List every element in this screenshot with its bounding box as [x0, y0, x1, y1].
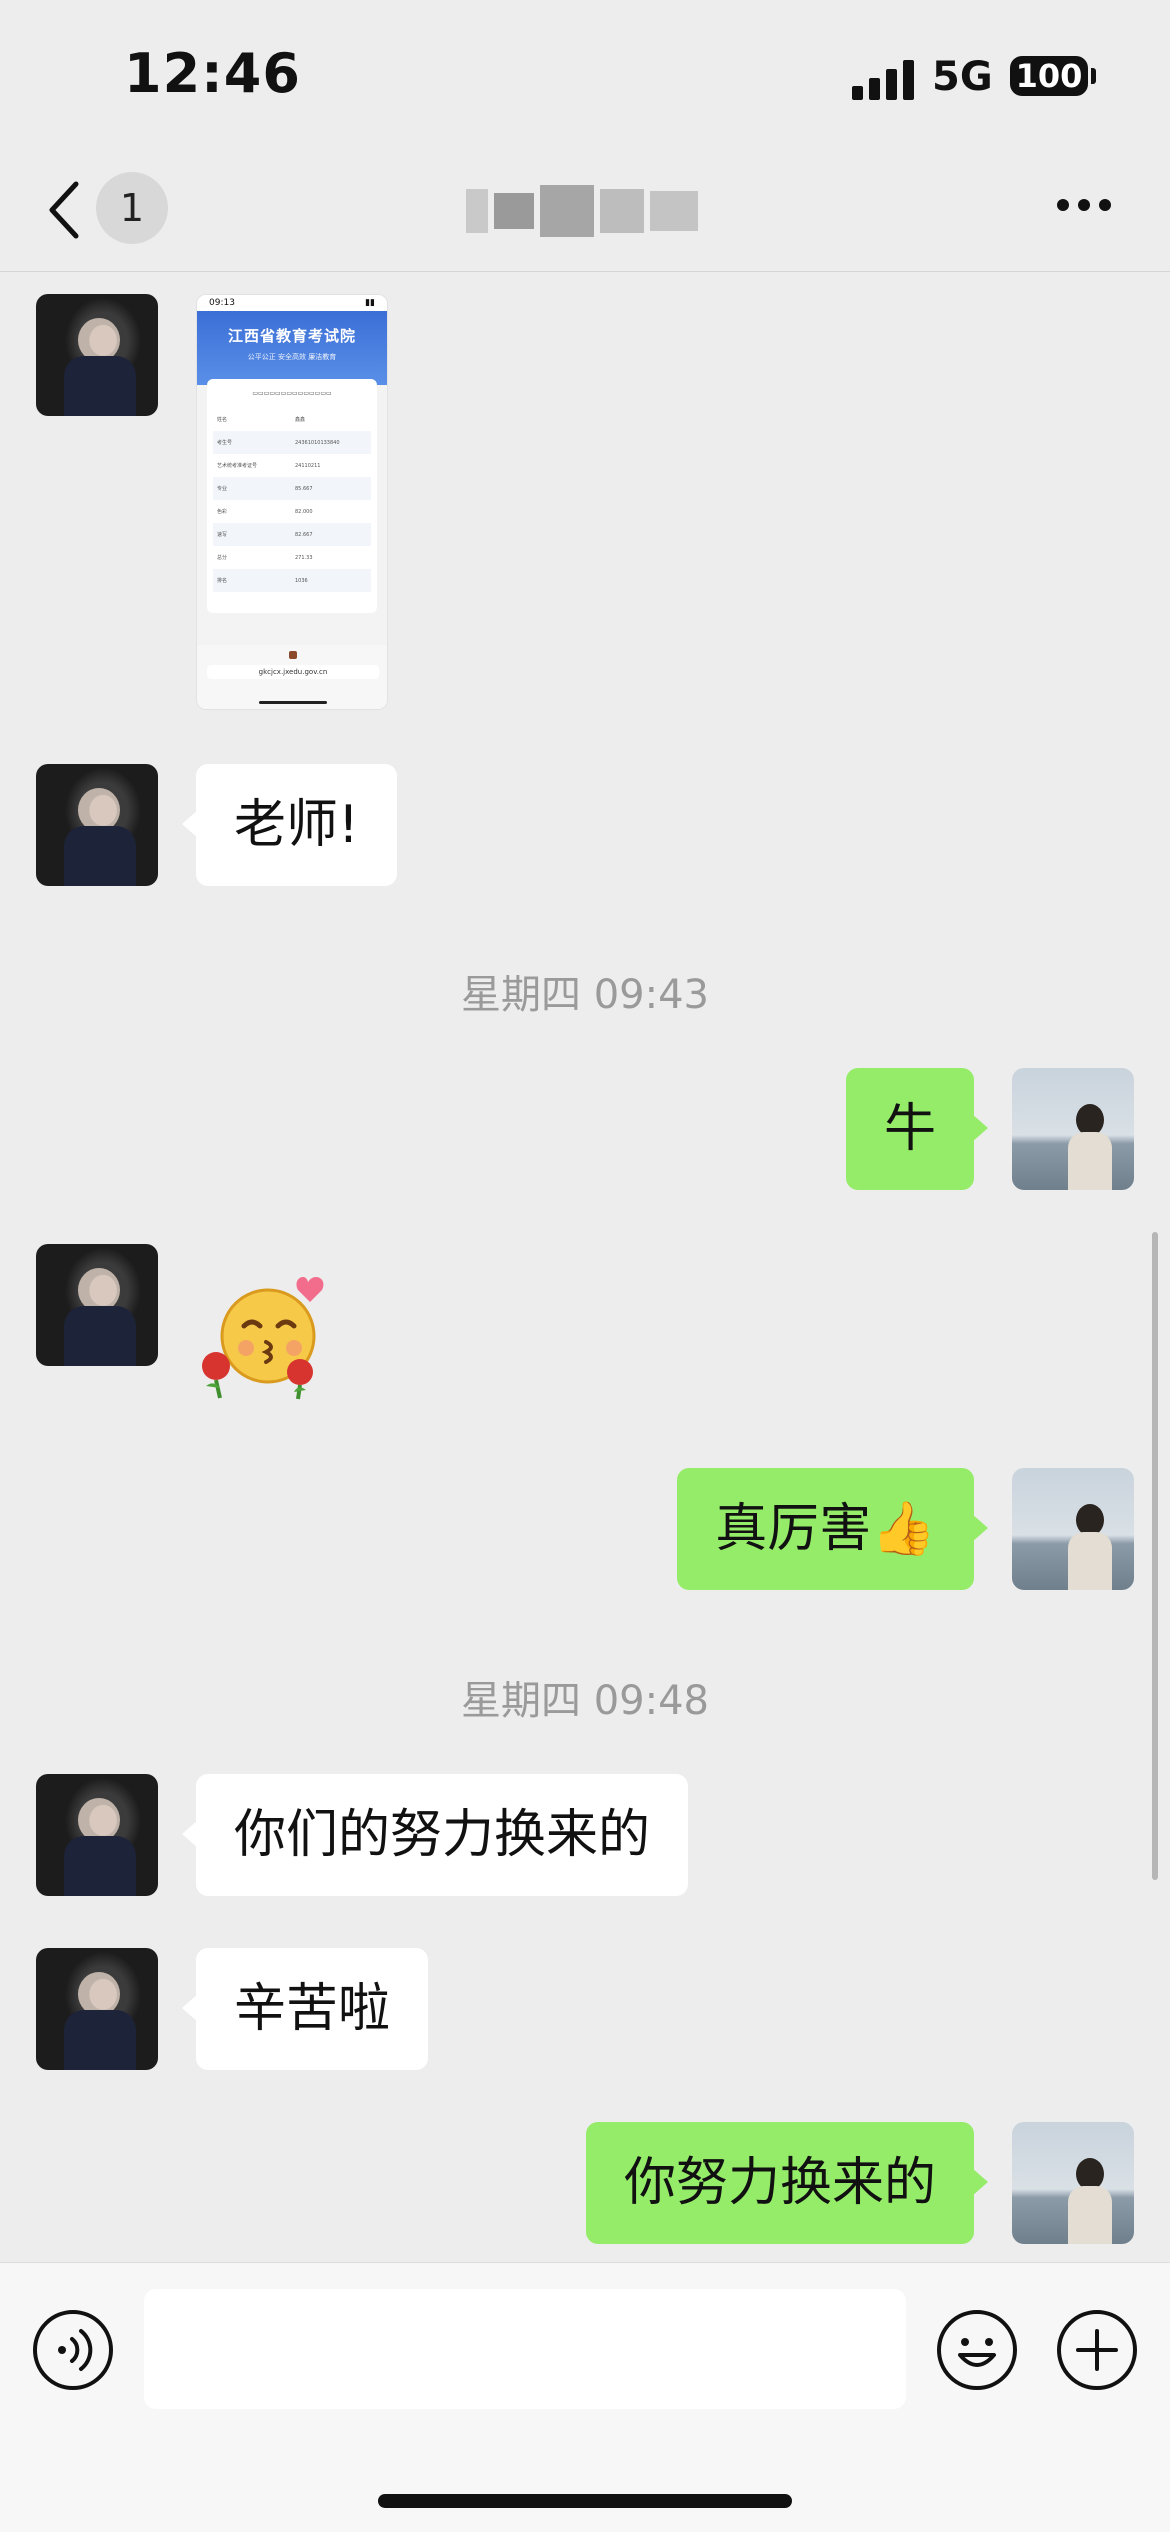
incoming-message-bubble[interactable]: 辛苦啦: [181, 1948, 429, 2070]
incoming-message-bubble[interactable]: 老师!: [182, 764, 397, 886]
cellular-signal-icon: [852, 60, 914, 100]
user-avatar[interactable]: [1012, 1068, 1134, 1190]
status-time: 12:46: [124, 42, 301, 105]
unread-count-badge[interactable]: 1: [96, 172, 168, 244]
contact-avatar[interactable]: [36, 1244, 158, 1366]
thumb-row: 艺术统考准考证号 24110211: [217, 462, 321, 470]
voice-input-icon[interactable]: [32, 2309, 114, 2391]
contact-avatar[interactable]: [36, 1774, 158, 1896]
more-options-icon[interactable]: [1056, 198, 1112, 212]
network-type: 5G: [932, 54, 993, 100]
avatar-scarf: [64, 356, 136, 416]
user-avatar[interactable]: [1012, 1468, 1134, 1590]
battery-tip: [1091, 68, 1096, 84]
kiss-face-roses-sticker[interactable]: [196, 1270, 336, 1400]
avatar-scarf: [64, 1836, 136, 1896]
thumb-header-subtitle: 公平公正 安全高效 廉洁教育: [247, 353, 337, 361]
contact-avatar[interactable]: [36, 1948, 158, 2070]
thumb-row: 总分 271.33: [217, 554, 313, 562]
thumb-row: 排名 1036: [213, 569, 371, 592]
thumb-row: 姓名 鑫鑫: [217, 417, 306, 423]
contact-avatar[interactable]: [36, 764, 158, 886]
plus-icon[interactable]: [1056, 2309, 1138, 2391]
thumb-status-bar: 09:13 ▮▮: [197, 295, 387, 311]
outgoing-message-bubble[interactable]: 真厉害👍: [677, 1468, 988, 1590]
thumb-score-card: ▭▭▭▭▭▭▭▭▭▭▭▭▭▭ 姓名 鑫鑫 考生号 24361010133840 艺术…: [207, 379, 377, 613]
thumb-home-indicator: [259, 701, 327, 704]
status-bar: 12:46 5G 100: [0, 0, 1170, 150]
incoming-message-bubble[interactable]: 你们的努力换来的: [181, 1774, 689, 1896]
pixelated-block: [466, 189, 488, 233]
outgoing-message-bubble[interactable]: 牛: [845, 1068, 989, 1190]
contact-avatar[interactable]: [36, 294, 158, 416]
avatar-body: [1068, 1132, 1112, 1190]
image-message-thumbnail[interactable]: 09:13 ▮▮ 江西省教育考试院 公平公正 安全高效 廉洁教育 ▭▭▭▭▭▭▭…: [196, 294, 388, 710]
battery-icon: 100: [1010, 56, 1088, 96]
message-timestamp: 星期四 09:48: [461, 1678, 709, 1724]
thumb-card-title: ▭▭▭▭▭▭▭▭▭▭▭▭▭▭: [252, 390, 332, 397]
avatar-scarf: [64, 2010, 136, 2070]
thumb-url: gkcjcx.jxedu.gov.cn: [207, 665, 379, 679]
thumb-time: 09:13: [209, 298, 235, 308]
message-timestamp: 星期四 09:43: [461, 972, 709, 1018]
thumb-battery-icon: ▮▮: [365, 298, 375, 308]
avatar-body: [1068, 2186, 1112, 2244]
message-text-input[interactable]: [144, 2289, 906, 2409]
home-indicator[interactable]: [378, 2494, 792, 2508]
outgoing-message-bubble[interactable]: 你努力换来的: [585, 2122, 989, 2244]
avatar-scarf: [64, 1306, 136, 1366]
thumb-browser-bar: gkcjcx.jxedu.gov.cn: [197, 645, 387, 709]
thumb-row: 色彩 82.000: [217, 508, 313, 516]
thumb-logo-icon: [289, 651, 297, 659]
emoji-icon[interactable]: [936, 2309, 1018, 2391]
chat-nav-bar: 1: [0, 150, 1170, 272]
pixelated-block: [600, 189, 644, 233]
chat-title-pixelated: [466, 180, 704, 242]
avatar-body: [1068, 1532, 1112, 1590]
pixelated-block: [540, 185, 594, 237]
back-chevron-icon[interactable]: [44, 178, 84, 242]
user-avatar[interactable]: [1012, 2122, 1134, 2244]
thumb-header: 江西省教育考试院 公平公正 安全高效 廉洁教育: [197, 311, 387, 385]
avatar-scarf: [64, 826, 136, 886]
thumb-row: 专业 85.667: [213, 477, 371, 500]
thumb-header-title: 江西省教育考试院: [227, 327, 356, 345]
message-input-bar: [0, 2262, 1170, 2532]
scroll-indicator[interactable]: [1152, 1232, 1158, 1880]
pixelated-block: [494, 193, 534, 229]
thumb-row: 速写 82.667: [213, 523, 371, 546]
pixelated-block: [650, 191, 698, 231]
thumb-row: 考生号 24361010133840: [213, 431, 371, 454]
